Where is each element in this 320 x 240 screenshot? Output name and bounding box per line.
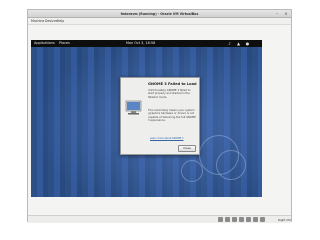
vm-statusbar: Right Ctrl [28, 215, 291, 223]
learn-more-link[interactable]: Learn more about GNOME 3 [150, 137, 183, 140]
places-menu[interactable]: Places [59, 40, 70, 47]
mouse-icon[interactable] [260, 217, 265, 222]
wallpaper-flourish [216, 150, 246, 180]
user-icon[interactable]: ● [245, 41, 250, 46]
shared-folder-icon[interactable] [246, 217, 251, 222]
window-titlebar[interactable]: fedoravm (Running) - Oracle VM VirtualBo… [28, 10, 291, 18]
network-icon[interactable]: ▲ [236, 41, 241, 46]
clock[interactable]: Mon Oct 3, 18:58 [126, 40, 155, 47]
network-icon[interactable] [239, 217, 244, 222]
computer-illustration-icon [125, 100, 142, 115]
dialog-text-1: Unfortunately GNOME 3 failed to start pr… [148, 89, 191, 99]
dialog-title: GNOME 3 Failed to Load [148, 82, 197, 86]
host-key-label: Right Ctrl [278, 218, 292, 222]
display-icon[interactable] [253, 217, 258, 222]
menu-machine[interactable]: Machine [31, 18, 44, 25]
wallpaper-flourish [181, 160, 203, 182]
dialog-text-2: This most likely means your system (grap… [148, 109, 196, 123]
menu-help[interactable]: Help [57, 18, 64, 25]
gnome-failed-dialog: GNOME 3 Failed to Load Unfortunately GNO… [120, 77, 200, 155]
minimize-icon[interactable]: – [274, 11, 280, 16]
cd-icon[interactable] [225, 217, 230, 222]
window-title: fedoravm (Running) - Oracle VM VirtualBo… [120, 12, 199, 16]
vm-menubar: Machine Devices Help [28, 18, 291, 25]
close-icon[interactable]: × [283, 11, 289, 16]
volume-icon[interactable]: ♪ [227, 41, 232, 46]
gnome-top-panel: Applications Places Mon Oct 3, 18:58 ♪ ▲… [31, 40, 262, 47]
menu-devices[interactable]: Devices [45, 18, 58, 25]
close-button[interactable]: Close [178, 145, 196, 152]
hdd-icon[interactable] [218, 217, 223, 222]
applications-menu[interactable]: Applications [34, 40, 55, 47]
usb-icon[interactable] [232, 217, 237, 222]
